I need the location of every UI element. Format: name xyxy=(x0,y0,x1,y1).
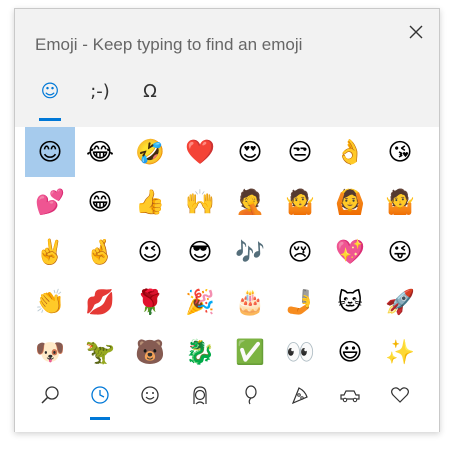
emoji-cell[interactable]: 😉 xyxy=(125,227,175,277)
emoji-cell[interactable]: 😁 xyxy=(75,177,125,227)
emoji-grid: 😊 😂 🤣 ❤️ 😍 😒 👌 😘 💕 😁 👍 🙌 🤦 🤷 🙆 🤷 ✌️ 🤞 😉 … xyxy=(25,127,425,377)
emoji-cell[interactable]: 😘 xyxy=(375,127,425,177)
emoji-panel: Emoji - Keep typing to find an emoji ☺ ;… xyxy=(14,8,440,432)
emoji-cell[interactable]: 👌 xyxy=(325,127,375,177)
smiley-face-icon xyxy=(141,386,159,404)
emoji-cell[interactable]: ❤️ xyxy=(175,127,225,177)
emoji-area: 😊 😂 🤣 ❤️ 😍 😒 👌 😘 💕 😁 👍 🙌 🤦 🤷 🙆 🤷 ✌️ 🤞 😉 … xyxy=(15,127,439,432)
emoji-cell[interactable]: 😃 xyxy=(325,327,375,377)
emoji-cell[interactable]: 🚀 xyxy=(375,277,425,327)
close-icon xyxy=(409,25,423,39)
emoji-cell[interactable]: 🤳 xyxy=(275,277,325,327)
emoji-cell[interactable]: 💖 xyxy=(325,227,375,277)
emoji-cell[interactable]: ✨ xyxy=(375,327,425,377)
emoji-cell[interactable]: 👍 xyxy=(125,177,175,227)
emoji-cell[interactable]: 🤞 xyxy=(75,227,125,277)
emoji-cell[interactable]: 🐱 xyxy=(325,277,375,327)
emoji-cell[interactable]: 😊 xyxy=(25,127,75,177)
emoji-cell[interactable]: 😂 xyxy=(75,127,125,177)
emoji-cell[interactable]: 🦖 xyxy=(75,327,125,377)
emoji-cell[interactable]: 🤦 xyxy=(225,177,275,227)
tab-kaomoji[interactable]: ;-) xyxy=(85,77,115,121)
category-smileys[interactable] xyxy=(125,379,175,424)
tab-emoji[interactable]: ☺ xyxy=(35,77,65,121)
emoji-cell[interactable]: 💕 xyxy=(25,177,75,227)
emoji-cell[interactable]: 👏 xyxy=(25,277,75,327)
heart-icon xyxy=(391,387,409,403)
emoji-cell[interactable]: 🎂 xyxy=(225,277,275,327)
emoji-cell[interactable]: 🐉 xyxy=(175,327,225,377)
category-people[interactable] xyxy=(175,379,225,424)
category-bar xyxy=(25,379,425,424)
emoji-cell[interactable]: ✅ xyxy=(225,327,275,377)
category-recent[interactable] xyxy=(75,379,125,424)
emoji-cell[interactable]: 😒 xyxy=(275,127,325,177)
car-icon xyxy=(340,390,360,403)
search-icon xyxy=(41,386,59,404)
emoji-cell[interactable]: 🐻 xyxy=(125,327,175,377)
category-celebrations[interactable] xyxy=(225,379,275,424)
emoji-cell[interactable]: 🎉 xyxy=(175,277,225,327)
panel-title: Emoji - Keep typing to find an emoji xyxy=(35,35,303,54)
emoji-cell[interactable]: 🐶 xyxy=(25,327,75,377)
omega-icon: Ω xyxy=(143,81,157,102)
emoji-cell[interactable]: 👀 xyxy=(275,327,325,377)
emoji-cell[interactable]: 🌹 xyxy=(125,277,175,327)
emoji-cell[interactable]: 🤣 xyxy=(125,127,175,177)
emoji-cell[interactable]: 🤷 xyxy=(375,177,425,227)
emoji-cell[interactable]: 🙆 xyxy=(325,177,375,227)
emoji-cell[interactable]: 😎 xyxy=(175,227,225,277)
tab-bar: ☺ ;-) Ω xyxy=(35,77,165,121)
category-search[interactable] xyxy=(25,379,75,424)
smiley-icon: ☺ xyxy=(40,81,60,102)
category-symbols[interactable] xyxy=(375,379,425,424)
category-travel[interactable] xyxy=(325,379,375,424)
balloon-icon xyxy=(245,385,257,405)
category-food[interactable] xyxy=(275,379,325,424)
emoji-cell[interactable]: 💋 xyxy=(75,277,125,327)
emoji-cell[interactable]: ✌️ xyxy=(25,227,75,277)
panel-header: Emoji - Keep typing to find an emoji ☺ ;… xyxy=(15,9,439,127)
tab-symbols[interactable]: Ω xyxy=(135,77,165,121)
close-button[interactable] xyxy=(399,15,433,49)
person-icon xyxy=(193,386,207,405)
emoji-cell[interactable]: 🤷 xyxy=(275,177,325,227)
kaomoji-label: ;-) xyxy=(90,81,110,102)
emoji-cell[interactable]: 🙌 xyxy=(175,177,225,227)
emoji-cell[interactable]: 😜 xyxy=(375,227,425,277)
pizza-icon xyxy=(291,387,308,405)
emoji-cell[interactable]: 🎶 xyxy=(225,227,275,277)
clock-icon xyxy=(91,386,109,404)
emoji-cell[interactable]: 😍 xyxy=(225,127,275,177)
emoji-cell[interactable]: 😢 xyxy=(275,227,325,277)
